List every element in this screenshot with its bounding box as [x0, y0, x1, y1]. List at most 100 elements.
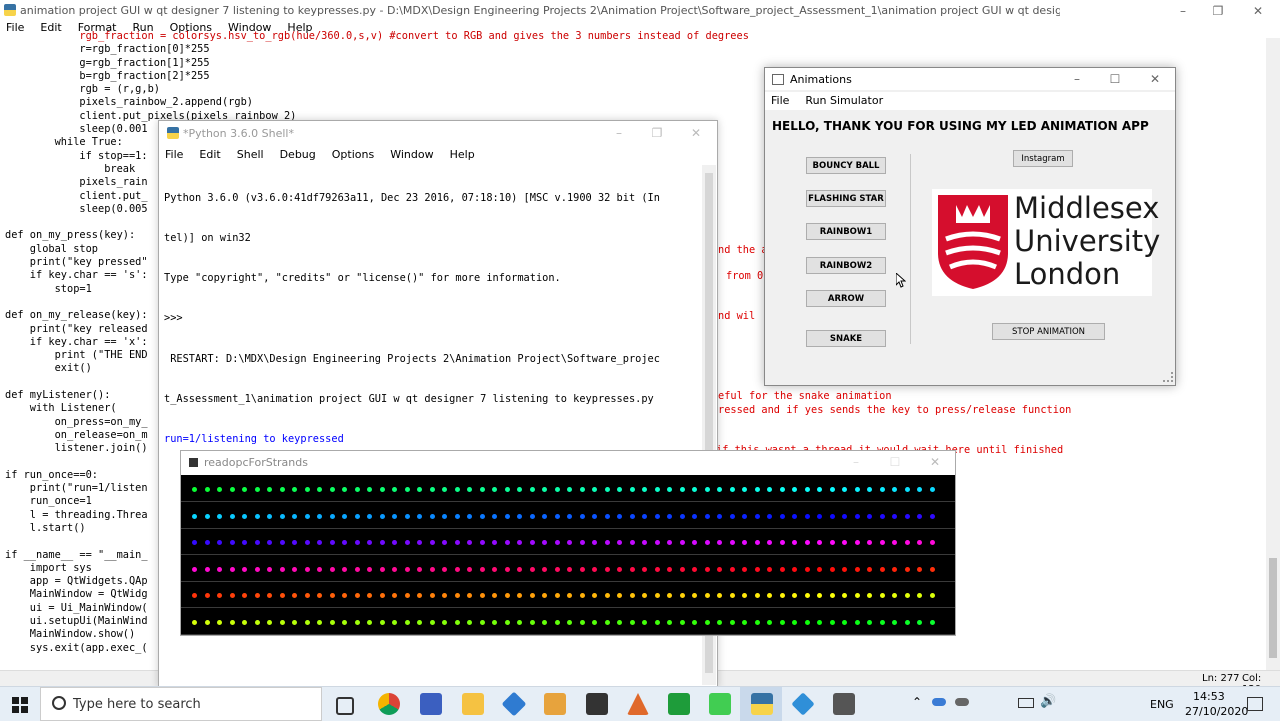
arrow-button[interactable]: ARROW	[806, 290, 886, 307]
shell-menu-help[interactable]: Help	[442, 146, 483, 164]
simulator-minimize-button[interactable]: –	[836, 451, 876, 473]
shell-menu-edit[interactable]: Edit	[191, 146, 228, 164]
middlesex-logo[interactable]: Middlesex University London	[932, 189, 1160, 296]
app-green-icon[interactable]	[668, 693, 690, 715]
console-app-icon[interactable]	[833, 693, 855, 715]
app-icon	[772, 73, 784, 85]
led-pixel	[629, 566, 635, 572]
rainbow2-button[interactable]: RAINBOW2	[806, 257, 886, 274]
notification-icon[interactable]	[1247, 697, 1263, 711]
led-pixel	[242, 487, 247, 492]
snake-button[interactable]: SNAKE	[806, 330, 886, 347]
bouncy-ball-button[interactable]: BOUNCY BALL	[806, 157, 886, 174]
led-pixel	[479, 513, 485, 519]
editor-scrollbar[interactable]	[1266, 38, 1280, 670]
led-pixel	[817, 540, 822, 546]
led-pixel	[204, 566, 210, 572]
volume-icon[interactable]: 🔊	[1040, 694, 1056, 709]
task-view-icon[interactable]	[336, 697, 354, 715]
led-pixel	[717, 487, 722, 492]
cloud-icon[interactable]	[955, 698, 969, 706]
simulator-maximize-button[interactable]: ☐	[875, 451, 915, 473]
led-pixel	[929, 540, 935, 546]
led-pixel	[254, 513, 260, 519]
python-idle-icon[interactable]	[751, 693, 773, 715]
simulator-title: readopcForStrands	[204, 455, 308, 469]
led-pixel	[429, 593, 435, 599]
shell-maximize-button[interactable]: ❐	[637, 122, 677, 144]
led-pixel	[429, 513, 435, 519]
file-explorer-icon[interactable]	[462, 693, 484, 715]
led-pixel	[804, 593, 810, 599]
clock-time[interactable]: 14:53	[1193, 690, 1225, 703]
clock-date[interactable]: 27/10/2020	[1185, 705, 1248, 718]
matlab-icon[interactable]	[627, 693, 649, 715]
flashing-star-button[interactable]: FLASHING STAR	[806, 190, 886, 207]
shell-menu-options[interactable]: Options	[324, 146, 382, 164]
shell-close-button[interactable]: ✕	[676, 122, 716, 144]
animations-menu-file[interactable]: File	[765, 92, 797, 110]
onedrive-icon[interactable]	[932, 698, 946, 706]
qt-creator-icon[interactable]	[709, 693, 731, 715]
animations-maximize-button[interactable]: ☐	[1095, 68, 1135, 90]
led-pixel	[854, 566, 860, 572]
led-pixel	[504, 566, 510, 572]
taskbar-search-box[interactable]: Type here to search	[40, 687, 322, 721]
led-pixel	[617, 487, 622, 492]
vs-code-icon[interactable]	[501, 691, 527, 717]
resize-grip-icon[interactable]	[1163, 372, 1173, 382]
save-app-icon[interactable]	[420, 693, 442, 715]
led-pixel	[904, 540, 910, 546]
led-pixel	[504, 593, 510, 599]
editor-scrollbar-thumb[interactable]	[1269, 558, 1277, 658]
chrome-icon[interactable]	[378, 693, 400, 715]
led-pixel	[242, 540, 247, 546]
led-pixel	[579, 513, 585, 519]
shell-menu-debug[interactable]: Debug	[272, 146, 324, 164]
led-pixel	[529, 620, 535, 625]
animations-menubar: File Run Simulator	[765, 92, 1175, 110]
led-pixel	[754, 620, 760, 625]
led-pixel	[517, 620, 522, 625]
led-pixel	[242, 620, 247, 625]
inkscape-icon[interactable]	[544, 693, 566, 715]
rainbow1-button[interactable]: RAINBOW1	[806, 223, 886, 240]
battery-icon[interactable]	[1018, 698, 1034, 708]
search-icon	[52, 696, 66, 710]
code-line: r=rgb_fraction[0]*255	[5, 43, 210, 56]
led-pixel	[392, 487, 397, 492]
led-pixel	[629, 487, 635, 492]
led-pixel	[292, 513, 297, 519]
led-pixel	[604, 620, 610, 625]
led-pixel	[354, 487, 360, 492]
shell-menu-window[interactable]: Window	[382, 146, 441, 164]
windows-start-icon[interactable]	[12, 697, 28, 713]
animations-menu-run-simulator[interactable]: Run Simulator	[797, 92, 891, 110]
animations-minimize-button[interactable]: –	[1057, 68, 1097, 90]
shell-menu-shell[interactable]: Shell	[229, 146, 272, 164]
simulator-titlebar[interactable]: readopcForStrands – ☐ ✕	[181, 451, 955, 473]
lang-indicator[interactable]: ENG	[1150, 698, 1174, 711]
animations-titlebar[interactable]: Animations – ☐ ✕	[765, 68, 1175, 90]
led-pixel	[667, 620, 672, 625]
simulator-close-button[interactable]: ✕	[915, 451, 955, 473]
terminal-icon[interactable]	[586, 693, 608, 715]
shell-titlebar[interactable]: *Python 3.6.0 Shell* – ❐ ✕	[159, 121, 717, 145]
stop-animation-button[interactable]: STOP ANIMATION	[992, 323, 1105, 340]
led-pixel	[642, 513, 647, 519]
pyqt-designer-icon[interactable]	[791, 692, 815, 716]
led-pixel	[479, 620, 485, 625]
animations-close-button[interactable]: ✕	[1135, 68, 1175, 90]
led-pixel	[379, 566, 385, 572]
editor-titlebar[interactable]: animation project GUI w qt designer 7 li…	[0, 0, 1280, 20]
shell-menu-file[interactable]: File	[159, 146, 191, 164]
show-hidden-icons-chevron[interactable]: ⌃	[912, 695, 922, 709]
led-pixel	[292, 620, 297, 625]
led-pixel	[667, 593, 672, 599]
shell-minimize-button[interactable]: –	[599, 122, 639, 144]
shell-output[interactable]: Python 3.6.0 (v3.6.0:41df79263a11, Dec 2…	[164, 165, 660, 473]
instagram-button[interactable]: Instagram	[1013, 150, 1073, 167]
led-pixel	[629, 593, 635, 599]
led-pixel	[442, 487, 447, 492]
led-pixel	[367, 540, 372, 546]
